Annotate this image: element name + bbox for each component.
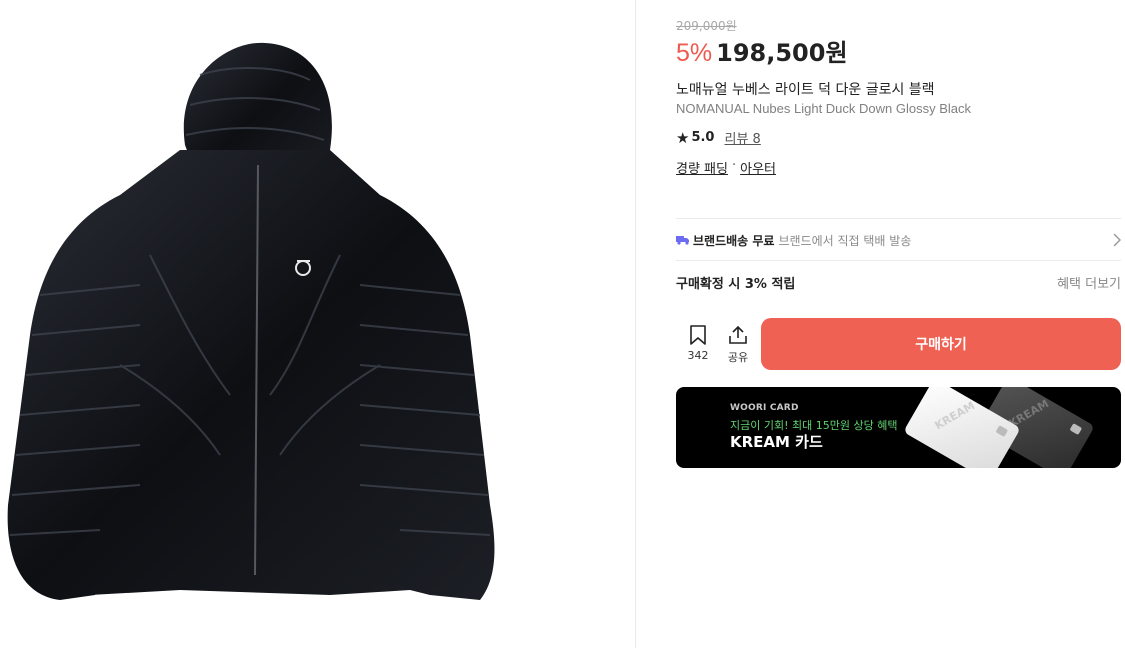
share-label: 공유 [727,351,749,364]
original-price: 209,000원 [676,19,737,33]
bookmark-button[interactable]: 342 [678,325,718,362]
discount-rate: 5% [676,39,713,67]
rating-row: ★ 5.0 리뷰 8 [676,128,761,148]
share-icon [729,325,747,344]
card-chip [1069,423,1083,436]
star-icon: ★ [676,128,690,147]
product-name-en: NOMANUAL Nubes Light Duck Down Glossy Bl… [676,101,972,116]
vertical-divider [635,0,636,648]
banner-brand: WOORI CARD [730,403,799,413]
divider [676,218,1121,219]
shipping-title: 브랜드배송 무료 [693,233,775,248]
points-label: 구매확정 시 3% 적립 [676,277,796,292]
rating-score: 5.0 [691,130,715,145]
shipping-desc: 브랜드에서 직접 택배 발송 [778,233,912,248]
category-link-outer[interactable]: 아우터 [740,158,776,177]
category-link-light-padding[interactable]: 경량 패딩 [676,158,728,177]
buy-button[interactable]: 구매하기 [761,318,1121,370]
card-chip [995,425,1009,438]
bookmark-count: 342 [687,349,709,362]
category-breadcrumb: 경량 패딩 · 아우터 [676,158,776,177]
points-row: 구매확정 시 3% 적립 혜택 더보기 [676,273,1121,292]
shipping-info-row[interactable]: 브랜드배송 무료 브랜드에서 직접 택배 발송 [676,220,1121,260]
divider [676,260,1121,261]
truck-icon [676,236,689,245]
product-name-ko: 노매뉴얼 누베스 라이트 덕 다운 글로시 블랙 [676,82,935,98]
share-button[interactable]: 공유 [718,325,758,365]
review-link[interactable]: 리뷰 8 [724,128,760,147]
card-logo-text: KREAM [932,399,978,433]
chevron-right-icon [1113,233,1121,247]
action-bar: 342 공유 구매하기 [676,318,1121,370]
bookmark-icon [690,325,706,345]
banner-title: KREAM 카드 [730,433,823,451]
product-image-area [0,0,635,648]
category-separator: · [731,158,737,173]
kream-card-banner[interactable]: WOORI CARD 지금이 기회! 최대 15만원 상당 혜택 KREAM 카… [676,387,1121,468]
product-image-jacket [7,42,495,600]
sale-price: 198,500원 [716,39,848,67]
price-row: 5% 198,500원 [676,33,848,68]
benefits-more-link[interactable]: 혜택 더보기 [1057,273,1121,292]
